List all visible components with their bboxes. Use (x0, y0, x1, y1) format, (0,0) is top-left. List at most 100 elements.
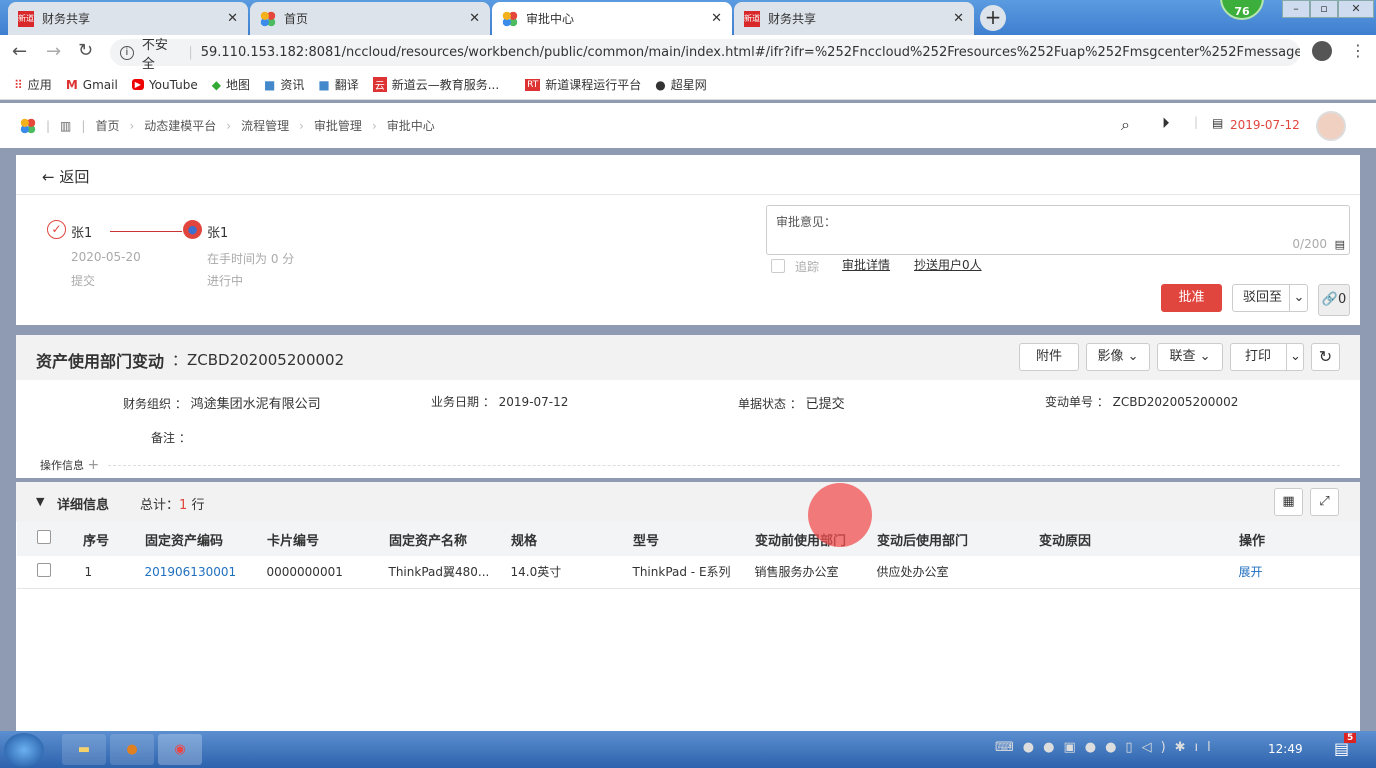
close-icon[interactable]: ✕ (711, 11, 722, 26)
bookmark-translate[interactable]: ■ 翻译 (318, 76, 358, 93)
nc-logo-icon[interactable] (20, 117, 36, 134)
row-checkbox[interactable] (17, 556, 77, 588)
template-icon[interactable]: ▤ (1335, 238, 1345, 251)
approval-detail-link[interactable]: 审批详情 (842, 256, 890, 273)
back-label: 返回 (59, 168, 90, 186)
col-header: 序号 (83, 533, 110, 549)
attachment-button[interactable]: 🔗0 (1318, 284, 1350, 316)
bookmark-gmail[interactable]: M Gmail (66, 78, 118, 92)
close-icon[interactable]: ✕ (953, 11, 964, 26)
app-icon[interactable]: ● (110, 734, 154, 765)
attachment-file-button[interactable]: 附件 (1019, 343, 1079, 371)
tab-4[interactable]: 新道 财务共享 ✕ (734, 2, 974, 35)
back-icon[interactable]: ← (12, 41, 27, 62)
search-icon[interactable]: ⌕ (1121, 115, 1130, 135)
query-button[interactable]: 联查 ⌄ (1157, 343, 1223, 371)
cc-users-link[interactable]: 抄送用户0人 (914, 256, 982, 273)
bill-code: ：ZCBD202005200002 (172, 351, 345, 369)
bookmark-news[interactable]: ■ 资讯 (264, 76, 304, 93)
grid-view-button[interactable]: ▦ (1274, 488, 1303, 516)
cursor-highlight (808, 483, 872, 547)
opinion-label: 审批意见： (776, 215, 837, 229)
minimize-button[interactable]: – (1282, 0, 1310, 18)
bill-title: 资产使用部门变动 (36, 352, 165, 371)
close-window-button[interactable]: ✕ (1338, 0, 1374, 18)
profile-icon[interactable] (1312, 41, 1332, 61)
tab-3[interactable]: 审批中心 ✕ (492, 2, 732, 35)
table-row[interactable]: 1 201906130001 0000000001 ThinkPad翼480..… (16, 556, 1361, 588)
select-all[interactable] (17, 522, 77, 556)
info-icon[interactable]: i (120, 45, 134, 60)
url-field[interactable]: i 不安全 | 59.110.153.182:8081/nccloud/reso… (110, 38, 1300, 72)
new-tab-button[interactable]: + (980, 5, 1006, 31)
step-status: 提交 (71, 274, 96, 288)
breadcrumb-item[interactable]: 审批管理 (314, 117, 362, 134)
avatar[interactable] (1316, 111, 1346, 141)
forward-icon[interactable]: → (46, 41, 61, 62)
cloud-icon: 云 (372, 77, 387, 92)
approval-panel: ← 返回 ✓ 张1 ● 张1 2020-05-20 提交 在手时间为 0 分 进… (16, 155, 1360, 325)
close-icon[interactable]: ✕ (469, 11, 480, 26)
tab-1[interactable]: 新道 财务共享 ✕ (8, 2, 248, 35)
app-header: | ▥ | 首页 › 动态建模平台 › 流程管理 › 审批管理 › 审批中心 ⌕ ⏵ |… (0, 103, 1376, 148)
user-icon: ● (183, 220, 202, 239)
calendar-icon: ▤ (1212, 116, 1224, 130)
reject-button[interactable]: 驳回至 ⌄ (1232, 284, 1308, 312)
maximize-button[interactable]: ▫ (1310, 0, 1338, 18)
cell (1033, 556, 1233, 588)
close-icon[interactable]: ✕ (227, 11, 238, 26)
char-count: 0/200 (1292, 237, 1327, 251)
bookmark-label: 超星网 (670, 78, 707, 92)
image-button[interactable]: 影像 ⌄ (1086, 343, 1150, 371)
print-label: 打印 (1245, 349, 1272, 364)
col-header: 规格 (511, 533, 538, 549)
back-button[interactable]: ← 返回 (16, 155, 1360, 195)
approve-button[interactable]: 批准 (1161, 284, 1222, 312)
tray-icons[interactable]: ⌨●●▣●●▯◁)✱ıl (995, 740, 1220, 755)
bookmark-maps[interactable]: ◆ 地图 (212, 76, 250, 93)
breadcrumb-home[interactable]: 首页 (95, 117, 119, 134)
xindao-icon: 新道 (744, 10, 760, 27)
tab-2[interactable]: 首页 ✕ (250, 2, 490, 35)
business-date[interactable]: 2019-07-12 (1230, 118, 1300, 132)
breadcrumb-item[interactable]: 流程管理 (241, 117, 289, 134)
browser-tabbar: 新道 财务共享 ✕ 首页 ✕ 审批中心 ✕ 新道 财务共享 ✕ + 76 – ▫ ✕ (0, 0, 1376, 35)
step-time: 在手时间为 0 分 (207, 252, 295, 266)
op-info-toggle[interactable]: 操作信息 + (40, 457, 99, 473)
check-icon: ✓ (47, 220, 66, 239)
xindao-icon: 新道 (18, 10, 34, 27)
bookmark-youtube[interactable]: ▶ YouTube (131, 78, 198, 92)
cell: ThinkPad - E系列 (632, 565, 731, 580)
breadcrumb-current: 审批中心 (386, 119, 435, 133)
refresh-button[interactable]: ↻ (1311, 343, 1340, 371)
workbench-icon[interactable]: ▥ (60, 119, 71, 133)
bookmark-chaoxing[interactable]: ● 超星网 (655, 76, 707, 93)
bookmark-course[interactable]: RT 新道课程运行平台 (525, 76, 641, 93)
chrome-icon[interactable]: ◉ (158, 734, 202, 765)
bookmark-apps[interactable]: ⠿ 应用 (14, 76, 52, 93)
url-text: 59.110.153.182:8081/nccloud/resources/wo… (200, 45, 1300, 60)
reload-icon[interactable]: ↻ (78, 40, 93, 61)
play-icon[interactable]: ⏵ (1162, 114, 1170, 132)
explorer-icon[interactable]: ▬ (62, 734, 106, 765)
step-name: 张1 (207, 226, 229, 241)
bookmark-xindaoyun[interactable]: 云新道云—教育服务... (372, 76, 499, 93)
track-checkbox[interactable] (771, 259, 785, 273)
clock[interactable]: 12:49 (1268, 742, 1303, 756)
start-button[interactable] (4, 733, 44, 767)
print-button[interactable]: 打印 ⌄ (1230, 343, 1304, 371)
asset-code-link[interactable]: 201906130001 (139, 556, 261, 588)
menu-icon[interactable]: ⋮ (1350, 41, 1366, 60)
chevron-down-icon[interactable]: ⌄ (1289, 285, 1308, 311)
collapse-icon[interactable]: ▼ (36, 495, 44, 508)
chevron-down-icon[interactable]: ⌄ (1286, 344, 1304, 370)
detail-panel: ▼ 详细信息 总计：1 行 ▦ ⤢ 序号 固定资产编码 卡片编号 固定资产名称 … (16, 482, 1360, 731)
col-header: 变动原因 (1039, 533, 1092, 549)
fullscreen-button[interactable]: ⤢ (1310, 488, 1339, 516)
total-count: 总计：1 行 (140, 498, 205, 513)
tab-title: 财务共享 (42, 12, 91, 26)
cell: ThinkPad翼480... (388, 565, 490, 580)
breadcrumb-item[interactable]: 动态建模平台 (144, 117, 216, 134)
opinion-textarea[interactable]: 审批意见： 0/200 ▤ (766, 205, 1350, 255)
expand-link[interactable]: 展开 (1233, 556, 1361, 588)
